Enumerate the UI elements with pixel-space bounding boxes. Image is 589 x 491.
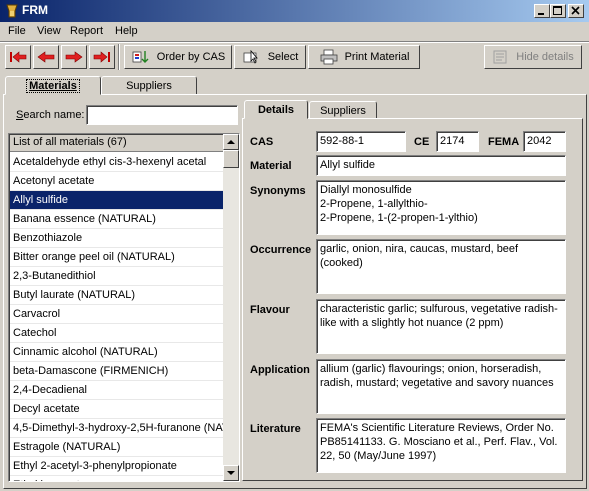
list-item[interactable]: Butyl laurate (NATURAL): [10, 286, 224, 305]
tab-materials[interactable]: Materials: [5, 76, 101, 95]
synonym-item: 2-Propene, 1-(2-propen-1-ylthio): [320, 212, 478, 224]
ce-field[interactable]: 2174: [436, 131, 479, 152]
hide-details-icon: [493, 50, 507, 64]
maximize-button[interactable]: [550, 4, 566, 18]
menu-file[interactable]: File: [8, 25, 26, 37]
tab-materials-label: Materials: [26, 78, 80, 93]
application-field[interactable]: allium (garlic) flavourings; onion, hors…: [316, 359, 566, 414]
minimize-icon: [538, 13, 544, 15]
list-item[interactable]: Carvacrol: [10, 305, 224, 324]
next-icon: [65, 51, 83, 63]
last-icon: [93, 51, 110, 63]
list-scrollbar[interactable]: [223, 134, 239, 481]
first-record-button[interactable]: [5, 45, 31, 69]
list-header: List of all materials (67): [10, 135, 224, 152]
material-label: Material: [250, 160, 292, 172]
synonym-item: 2-Propene, 1-allylthio-: [320, 198, 428, 210]
app-icon: [6, 4, 18, 18]
hide-details-label: Hide details: [516, 51, 574, 63]
print-material-label: Print Material: [344, 51, 410, 63]
material-field[interactable]: Allyl sulfide: [316, 155, 566, 176]
menu-help[interactable]: Help: [115, 25, 138, 37]
sort-icon: [132, 51, 149, 63]
list-item[interactable]: 2,4-Decadienal: [10, 381, 224, 400]
flavour-field[interactable]: characteristic garlic; sulfurous, vegeta…: [316, 299, 566, 354]
order-by-cas-button[interactable]: Order by CAS: [124, 45, 232, 69]
first-icon: [10, 51, 27, 63]
fema-field[interactable]: 2042: [523, 131, 566, 152]
fema-label: FEMA: [488, 136, 520, 148]
list-item[interactable]: Decyl acetate: [10, 400, 224, 419]
materials-list: List of all materials (67) Acetaldehyde …: [8, 133, 240, 482]
minimize-button[interactable]: [534, 4, 550, 18]
previous-record-button[interactable]: [33, 45, 59, 69]
next-record-button[interactable]: [61, 45, 87, 69]
close-button[interactable]: [568, 4, 584, 18]
tab-detail-suppliers-label: Suppliers: [320, 104, 366, 117]
select-icon: [243, 49, 258, 64]
arrow-down-icon: [227, 471, 235, 475]
list-item[interactable]: Allyl sulfide: [10, 191, 224, 210]
flavour-label: Flavour: [250, 304, 290, 316]
menu-divider-highlight: [0, 42, 589, 43]
select-button[interactable]: Select: [234, 45, 306, 69]
list-item[interactable]: Benzothiazole: [10, 229, 224, 248]
list-item[interactable]: Catechol: [10, 324, 224, 343]
menu-view[interactable]: View: [37, 25, 61, 37]
scroll-down-button[interactable]: [223, 465, 239, 481]
cas-label: CAS: [250, 136, 274, 148]
list-item[interactable]: Estragole (NATURAL): [10, 438, 224, 457]
scroll-thumb[interactable]: [223, 150, 239, 168]
list-item[interactable]: Banana essence (NATURAL): [10, 210, 224, 229]
close-icon: [571, 6, 580, 15]
hide-details-button[interactable]: Hide details: [484, 45, 582, 69]
synonyms-label: Synonyms: [250, 185, 306, 197]
application-label: Application: [250, 364, 310, 376]
tab-details[interactable]: Details: [244, 100, 308, 119]
title-bar: FRM: [0, 0, 589, 22]
synonym-item: Diallyl monosulfide: [320, 184, 412, 196]
select-label: Select: [267, 51, 299, 63]
printer-icon: [320, 49, 337, 65]
tab-suppliers-label: Suppliers: [126, 79, 172, 92]
list-item[interactable]: Cinnamic alcohol (NATURAL): [10, 343, 224, 362]
search-input[interactable]: [86, 105, 238, 125]
window-title: FRM: [22, 3, 48, 17]
literature-field[interactable]: FEMA's Scientific Literature Reviews, Or…: [316, 418, 566, 473]
ce-label: CE: [414, 136, 430, 148]
list-item[interactable]: 4,5-Dimethyl-3-hydroxy-2,5H-furanone (NA…: [10, 419, 224, 438]
toolbar-separator: [118, 44, 120, 70]
list-item[interactable]: Ethyl 2-acetyl-3-phenylpropionate: [10, 457, 224, 476]
list-item[interactable]: beta-Damascone (FIRMENICH): [10, 362, 224, 381]
synonyms-field[interactable]: Diallyl monosulfide 2-Propene, 1-allylth…: [316, 180, 566, 235]
arrow-up-icon: [227, 140, 235, 144]
list-item[interactable]: 2,3-Butanedithiol: [10, 267, 224, 286]
literature-label: Literature: [250, 423, 301, 435]
scroll-up-button[interactable]: [223, 134, 239, 150]
order-by-cas-label: Order by CAS: [156, 51, 226, 63]
tab-suppliers[interactable]: Suppliers: [101, 76, 197, 95]
cas-field[interactable]: 592-88-1: [316, 131, 406, 152]
occurrence-field[interactable]: garlic, onion, nira, caucas, mustard, be…: [316, 239, 566, 294]
list-item[interactable]: Acetonyl acetate: [10, 172, 224, 191]
last-record-button[interactable]: [89, 45, 115, 69]
list-item[interactable]: Acetaldehyde ethyl cis-3-hexenyl acetal: [10, 153, 224, 172]
menu-report[interactable]: Report: [70, 25, 103, 37]
occurrence-label: Occurrence: [250, 244, 312, 256]
tab-details-label: Details: [257, 103, 295, 116]
search-label: Search name:: [16, 109, 85, 121]
list-item[interactable]: Ethyl benzoate: [10, 476, 224, 481]
search-label-text: earch name:: [23, 109, 85, 121]
print-material-button[interactable]: Print Material: [308, 45, 420, 69]
list-item[interactable]: Bitter orange peel oil (NATURAL): [10, 248, 224, 267]
previous-icon: [37, 51, 55, 63]
maximize-icon: [553, 6, 562, 15]
